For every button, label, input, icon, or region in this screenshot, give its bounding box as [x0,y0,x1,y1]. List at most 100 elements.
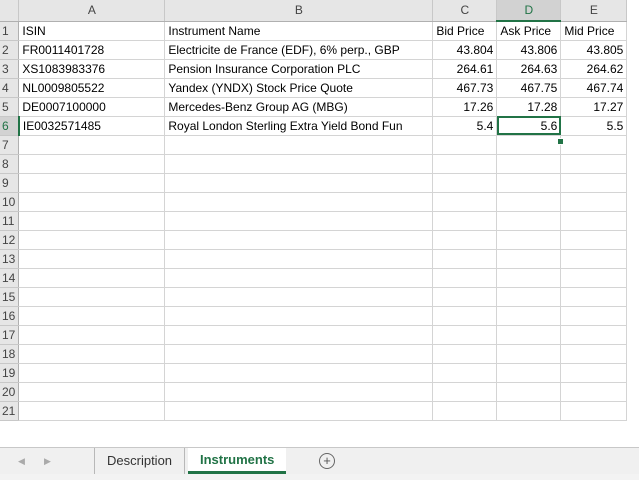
empty-cell[interactable] [432,325,498,345]
empty-cell[interactable] [496,230,562,250]
empty-cell[interactable] [496,287,562,307]
column-header-e[interactable]: E [560,0,628,22]
empty-cell[interactable] [164,211,434,231]
scroll-tabs-left-icon[interactable]: ◀ [18,456,25,467]
empty-cell[interactable] [432,287,498,307]
empty-cell[interactable] [164,306,434,326]
cell-ask-price[interactable]: 17.28 [496,97,562,117]
row-header[interactable]: 8 [0,154,20,174]
empty-cell[interactable] [164,401,434,421]
empty-cell[interactable] [496,306,562,326]
empty-cell[interactable] [496,192,562,212]
cell-instrument-name[interactable]: Royal London Sterling Extra Yield Bond F… [164,116,434,136]
cell-isin[interactable]: DE0007100000 [18,97,166,117]
cell-d1[interactable]: Ask Price [496,21,562,41]
row-header[interactable]: 1 [0,21,20,41]
row-header[interactable]: 13 [0,249,20,269]
cell-mid-price[interactable]: 467.74 [560,78,628,98]
empty-cell[interactable] [496,344,562,364]
row-header[interactable]: 11 [0,211,20,231]
add-sheet-icon[interactable]: + [319,453,335,469]
empty-cell[interactable] [18,344,166,364]
row-header[interactable]: 5 [0,97,20,117]
cell-b1[interactable]: Instrument Name [164,21,434,41]
empty-cell[interactable] [432,192,498,212]
cell-bid-price[interactable]: 5.4 [432,116,498,136]
cell-bid-price[interactable]: 17.26 [432,97,498,117]
empty-cell[interactable] [18,382,166,402]
sheet-tab-instruments[interactable]: Instruments [188,448,287,474]
empty-cell[interactable] [164,192,434,212]
empty-cell[interactable] [496,135,562,155]
empty-cell[interactable] [164,135,434,155]
row-header[interactable]: 7 [0,135,20,155]
empty-cell[interactable] [18,154,166,174]
empty-cell[interactable] [432,211,498,231]
empty-cell[interactable] [18,306,166,326]
cell-isin[interactable]: FR0011401728 [18,40,166,60]
empty-cell[interactable] [560,344,628,364]
empty-cell[interactable] [560,230,628,250]
scroll-tabs-right-icon[interactable]: ▶ [44,456,51,467]
active-cell-ask-price[interactable]: 5.6 [496,116,562,136]
empty-cell[interactable] [496,154,562,174]
cell-mid-price[interactable]: 43.805 [560,40,628,60]
empty-cell[interactable] [18,325,166,345]
select-all-corner[interactable] [0,0,20,22]
empty-cell[interactable] [164,382,434,402]
empty-cell[interactable] [18,211,166,231]
empty-cell[interactable] [18,268,166,288]
empty-cell[interactable] [496,268,562,288]
empty-cell[interactable] [18,287,166,307]
empty-cell[interactable] [164,249,434,269]
column-header-a[interactable]: A [18,0,166,22]
spreadsheet-grid[interactable]: A B C D E 1 ISIN Instrument Name Bid Pri… [0,0,639,444]
row-header[interactable]: 4 [0,78,20,98]
cell-e1[interactable]: Mid Price [560,21,628,41]
empty-cell[interactable] [560,154,628,174]
empty-cell[interactable] [496,382,562,402]
empty-cell[interactable] [164,363,434,383]
cell-instrument-name[interactable]: Mercedes-Benz Group AG (MBG) [164,97,434,117]
cell-bid-price[interactable]: 43.804 [432,40,498,60]
empty-cell[interactable] [560,363,628,383]
cell-ask-price[interactable]: 264.63 [496,59,562,79]
empty-cell[interactable] [560,268,628,288]
empty-cell[interactable] [432,363,498,383]
column-header-d[interactable]: D [496,0,562,22]
cell-isin[interactable]: NL0009805522 [18,78,166,98]
cell-instrument-name[interactable]: Yandex (YNDX) Stock Price Quote [164,78,434,98]
empty-cell[interactable] [560,287,628,307]
row-header[interactable]: 3 [0,59,20,79]
cell-instrument-name[interactable]: Pension Insurance Corporation PLC [164,59,434,79]
empty-cell[interactable] [560,249,628,269]
row-header[interactable]: 12 [0,230,20,250]
cell-c1[interactable]: Bid Price [432,21,498,41]
empty-cell[interactable] [164,268,434,288]
empty-cell[interactable] [18,401,166,421]
empty-cell[interactable] [18,173,166,193]
cell-mid-price[interactable]: 264.62 [560,59,628,79]
empty-cell[interactable] [496,173,562,193]
empty-cell[interactable] [496,249,562,269]
empty-cell[interactable] [560,192,628,212]
empty-cell[interactable] [560,401,628,421]
empty-cell[interactable] [18,230,166,250]
row-header[interactable]: 6 [0,116,20,136]
empty-cell[interactable] [432,344,498,364]
column-header-c[interactable]: C [432,0,498,22]
empty-cell[interactable] [432,230,498,250]
empty-cell[interactable] [432,382,498,402]
cell-mid-price[interactable]: 17.27 [560,97,628,117]
cell-isin[interactable]: IE0032571485 [18,116,166,136]
cell-ask-price[interactable]: 43.806 [496,40,562,60]
empty-cell[interactable] [496,401,562,421]
row-header[interactable]: 17 [0,325,20,345]
empty-cell[interactable] [18,192,166,212]
row-header[interactable]: 14 [0,268,20,288]
empty-cell[interactable] [560,211,628,231]
row-header[interactable]: 10 [0,192,20,212]
cell-bid-price[interactable]: 264.61 [432,59,498,79]
row-header[interactable]: 18 [0,344,20,364]
empty-cell[interactable] [164,325,434,345]
